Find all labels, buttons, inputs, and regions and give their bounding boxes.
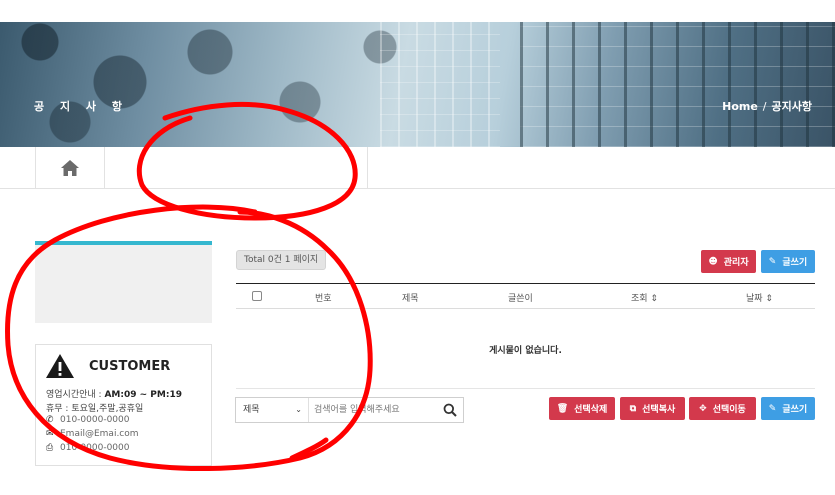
email-icon: ✉ [46, 429, 54, 439]
search-icon[interactable] [443, 403, 457, 417]
write-button-top[interactable]: ✎ 글쓰기 [761, 250, 815, 273]
copy-icon: ⧉ [629, 403, 637, 414]
pencil-icon: ✎ [768, 256, 777, 267]
customer-info-box: CUSTOMER 영업시간안내 : AM:09 ~ PM:19 휴무 : 토요일… [35, 344, 212, 466]
move-selected-button[interactable]: ✥ 선택이동 [689, 397, 756, 420]
admin-button-label: 관리자 [723, 258, 749, 268]
customer-title: CUSTOMER [89, 358, 171, 374]
board-table-header: 번호 제목 글쓴이 조회 ⇕ 날짜 ⇕ [236, 283, 815, 309]
banner-building [380, 22, 500, 147]
business-hours-label: 영업시간안내 : [46, 390, 105, 400]
home-icon [61, 159, 79, 176]
copy-selected-label: 선택복사 [642, 405, 676, 415]
breadcrumb-separator: / [762, 100, 767, 113]
search-field-value: 제목 [243, 405, 260, 415]
business-hours: 영업시간안내 : AM:09 ~ PM:19 [46, 387, 182, 400]
phone-row: ✆ 010-0000-0000 [46, 415, 129, 425]
holiday-info: 휴무 : 토요일,주말,공휴일 [46, 404, 144, 414]
select-all-checkbox[interactable] [252, 291, 262, 301]
fax-row: ⎙ 010-0000-0000 [46, 443, 129, 453]
column-views[interactable]: 조회 ⇕ [631, 291, 658, 304]
customer-header: CUSTOMER [45, 353, 170, 379]
banner-building [520, 22, 835, 147]
breadcrumb: Home / 공지사항 [722, 98, 812, 114]
trash-icon: 🗑 [556, 403, 569, 414]
admin-button[interactable]: ☻ 관리자 [701, 250, 756, 273]
total-count-badge: Total 0건 1 페이지 [236, 250, 327, 270]
email-address: Email@Emai.com [60, 429, 139, 439]
column-views-label: 조회 [631, 294, 648, 304]
copy-selected-button[interactable]: ⧉ 선택복사 [620, 397, 685, 420]
fax-icon: ⎙ [46, 443, 54, 453]
delete-selected-button[interactable]: 🗑 선택삭제 [549, 397, 615, 420]
business-hours-value: AM:09 ~ PM:19 [104, 390, 182, 400]
sub-navigation-tab[interactable] [105, 147, 368, 188]
column-writer: 글쓴이 [508, 294, 533, 304]
annotation-tail [289, 437, 329, 461]
sub-navigation [0, 147, 835, 189]
warning-triangle-icon [46, 354, 74, 378]
table-divider [236, 388, 815, 389]
column-number: 번호 [315, 294, 332, 304]
sidebar-menu-box [35, 241, 212, 323]
write-button-top-label: 글쓰기 [782, 258, 808, 268]
phone-number: 010-0000-0000 [60, 415, 130, 425]
search-bar: 제목 ⌄ 검색어를 입력해주세요 [235, 397, 464, 423]
pencil-icon: ✎ [768, 403, 777, 414]
chevron-down-icon: ⌄ [295, 405, 302, 414]
home-tab[interactable] [35, 147, 105, 188]
page-title: 공 지 사 항 [34, 100, 128, 113]
write-button-bottom-label: 글쓰기 [782, 405, 808, 415]
column-date[interactable]: 날짜 ⇕ [746, 291, 773, 304]
move-arrows-icon: ✥ [699, 403, 707, 414]
breadcrumb-home-link[interactable]: Home [722, 100, 758, 113]
search-input[interactable]: 검색어를 입력해주세요 [314, 398, 434, 422]
move-selected-label: 선택이동 [712, 405, 746, 415]
sort-icon: ⇕ [647, 294, 658, 304]
sort-icon: ⇕ [762, 294, 773, 304]
empty-list-message: 게시물이 없습니다. [489, 346, 562, 356]
write-button-bottom[interactable]: ✎ 글쓰기 [761, 397, 815, 420]
search-field-select[interactable]: 제목 ⌄ [236, 398, 309, 422]
column-subject: 제목 [402, 294, 419, 304]
delete-selected-label: 선택삭제 [574, 405, 608, 415]
phone-icon: ✆ [46, 415, 54, 425]
breadcrumb-current: 공지사항 [771, 100, 812, 113]
email-row: ✉ Email@Emai.com [46, 429, 139, 439]
fax-number: 010-0000-0000 [60, 443, 130, 453]
column-date-label: 날짜 [746, 294, 763, 304]
page-banner: 공 지 사 항 Home / 공지사항 [0, 22, 835, 147]
user-circle-icon: ☻ [708, 256, 718, 267]
